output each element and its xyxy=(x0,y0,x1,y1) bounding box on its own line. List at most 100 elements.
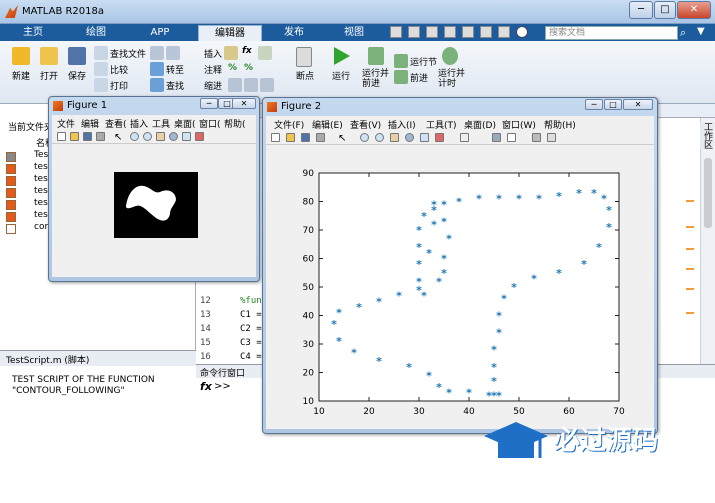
save-button[interactable]: 保存 xyxy=(68,69,86,82)
code-line[interactable]: C2 = xyxy=(240,324,262,334)
rotate-icon[interactable] xyxy=(169,132,178,141)
tab-apps[interactable]: APP xyxy=(130,25,190,41)
goto-button[interactable]: 转至 xyxy=(166,63,184,76)
paste-icon[interactable] xyxy=(444,26,456,38)
tab-publish[interactable]: 发布 xyxy=(266,25,322,41)
run-advance-button[interactable]: 运行并 前进 xyxy=(362,69,389,89)
indent-button[interactable]: 缩进 xyxy=(204,79,222,92)
forward-arrow-icon[interactable] xyxy=(166,46,180,60)
print-figure-icon[interactable] xyxy=(96,132,105,141)
find-files-button[interactable]: 查找文件 xyxy=(110,47,146,60)
code-analyzer-marker[interactable] xyxy=(686,268,694,270)
open-button[interactable]: 打开 xyxy=(40,69,58,82)
switch-windows-icon[interactable] xyxy=(498,26,510,38)
new-figure-icon[interactable] xyxy=(271,133,280,142)
breakpoints-icon[interactable] xyxy=(296,47,312,67)
brush-icon[interactable] xyxy=(435,133,444,142)
decrease-indent-icon[interactable] xyxy=(260,78,274,92)
data-cursor-icon[interactable] xyxy=(420,133,429,142)
copy-icon[interactable] xyxy=(426,26,438,38)
pointer-icon[interactable]: ↖ xyxy=(338,133,347,144)
tab-plots[interactable]: 绘图 xyxy=(66,25,126,41)
save-icon[interactable] xyxy=(68,47,86,65)
brush-icon[interactable] xyxy=(195,132,204,141)
hide-plot-tools-icon[interactable] xyxy=(532,133,541,142)
cut-icon[interactable] xyxy=(408,26,420,38)
save-figure-icon[interactable] xyxy=(83,132,92,141)
new-icon[interactable] xyxy=(12,47,30,65)
run-advance-icon[interactable] xyxy=(368,47,384,65)
show-plot-tools-icon[interactable] xyxy=(547,133,556,142)
workspace-rail[interactable]: 工作区 xyxy=(700,122,714,149)
percent-comment-icon[interactable]: % xyxy=(228,63,237,73)
redo-icon[interactable] xyxy=(480,26,492,38)
help-icon[interactable] xyxy=(516,26,528,38)
run-section-button[interactable]: 运行节 xyxy=(410,55,437,68)
code-analyzer-marker[interactable] xyxy=(686,312,694,314)
run-time-button[interactable]: 运行并 计时 xyxy=(438,69,465,89)
link-plot-icon[interactable] xyxy=(460,133,469,142)
code-analyzer-marker[interactable] xyxy=(686,248,694,250)
close-button[interactable]: ✕ xyxy=(677,1,711,19)
rotate-icon[interactable] xyxy=(405,133,414,142)
tab-view[interactable]: 视图 xyxy=(326,25,382,41)
insert-button[interactable]: 插入 xyxy=(204,47,222,60)
zoom-out-icon[interactable] xyxy=(143,132,152,141)
colorbar-icon[interactable] xyxy=(492,133,501,142)
scrollbar-thumb[interactable] xyxy=(704,158,712,228)
search-input[interactable]: 搜索文档 xyxy=(545,26,678,40)
code-line[interactable]: C1 = xyxy=(240,310,262,320)
smart-indent-icon[interactable] xyxy=(228,78,242,92)
tab-home[interactable]: 主页 xyxy=(4,25,62,41)
new-button[interactable]: 新建 xyxy=(12,69,30,82)
figure-1-close[interactable]: ✕ xyxy=(232,98,256,109)
pan-icon[interactable] xyxy=(156,132,165,141)
advance-button[interactable]: 前进 xyxy=(410,71,428,84)
figure-1-minimize[interactable]: ─ xyxy=(200,98,218,109)
undo-icon[interactable] xyxy=(462,26,474,38)
increase-indent-icon[interactable] xyxy=(244,78,258,92)
figure-2-close[interactable]: ✕ xyxy=(623,99,653,110)
find-button[interactable]: 查找 xyxy=(166,79,184,92)
fx-icon[interactable]: fx xyxy=(200,380,212,393)
ribbon-collapse-icon[interactable]: ▼ xyxy=(697,26,711,40)
open-file-icon[interactable] xyxy=(70,132,79,141)
data-cursor-icon[interactable] xyxy=(182,132,191,141)
tab-editor[interactable]: 编辑器 xyxy=(198,25,262,41)
run-section-icon[interactable] xyxy=(394,54,408,68)
search-icon[interactable]: ⌕ xyxy=(680,26,694,40)
print-figure-icon[interactable] xyxy=(316,133,325,142)
save-figure-icon[interactable] xyxy=(301,133,310,142)
uncomment-icon[interactable]: % xyxy=(244,63,253,73)
run-button[interactable]: 运行 xyxy=(332,69,350,82)
figure-2-minimize[interactable]: ─ xyxy=(585,99,603,110)
run-time-icon[interactable] xyxy=(442,47,458,65)
editor-scrollbar[interactable] xyxy=(700,118,715,364)
open-file-icon[interactable] xyxy=(286,133,295,142)
legend-icon[interactable] xyxy=(507,133,516,142)
code-analyzer-marker[interactable] xyxy=(686,200,694,202)
code-analyzer-marker[interactable] xyxy=(686,288,694,290)
figure-2-maximize[interactable]: □ xyxy=(604,99,622,110)
zoom-in-icon[interactable] xyxy=(360,133,369,142)
open-folder-icon[interactable] xyxy=(40,47,58,65)
print-button[interactable]: 打印 xyxy=(110,79,128,92)
breakpoints-button[interactable]: 断点 xyxy=(296,69,314,82)
zoom-in-icon[interactable] xyxy=(130,132,139,141)
fx-button[interactable]: fx xyxy=(242,46,252,56)
code-line[interactable]: C4 = xyxy=(240,352,262,362)
maximize-button[interactable]: □ xyxy=(654,1,676,19)
insert-function-icon[interactable] xyxy=(258,46,272,60)
comment-button[interactable]: 注释 xyxy=(204,63,222,76)
run-icon[interactable] xyxy=(334,47,350,65)
zoom-out-icon[interactable] xyxy=(375,133,384,142)
command-prompt[interactable]: >> xyxy=(214,381,231,392)
new-figure-icon[interactable] xyxy=(57,132,66,141)
advance-icon[interactable] xyxy=(394,70,408,84)
code-line[interactable]: C3 = xyxy=(240,338,262,348)
minimize-button[interactable]: ─ xyxy=(629,1,653,19)
pointer-icon[interactable]: ↖ xyxy=(114,132,123,143)
insert-section-icon[interactable] xyxy=(224,46,238,60)
compare-button[interactable]: 比较 xyxy=(110,63,128,76)
save-quick-icon[interactable] xyxy=(390,26,402,38)
